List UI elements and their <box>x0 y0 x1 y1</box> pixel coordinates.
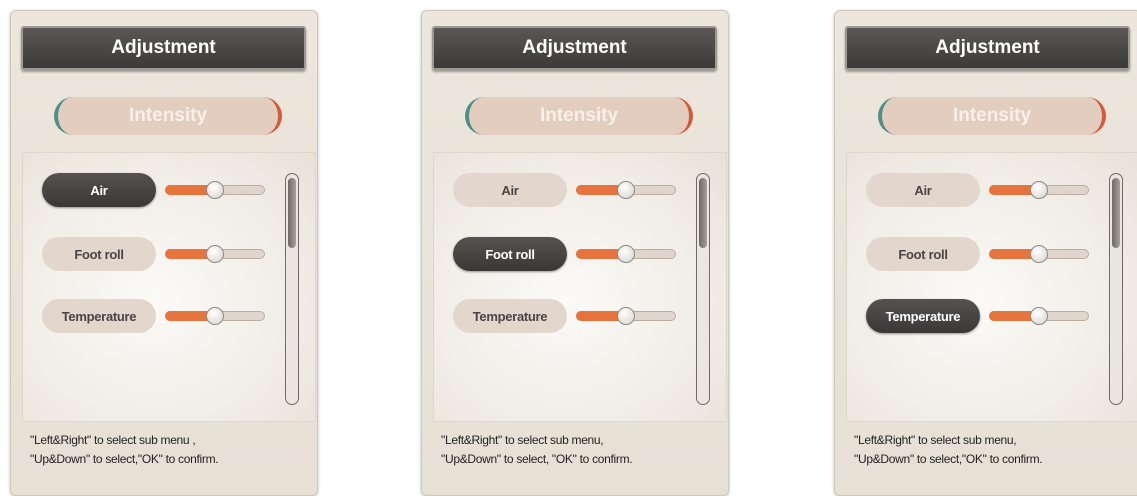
temperature-slider[interactable] <box>165 307 265 325</box>
panel-title: Adjustment <box>21 26 306 70</box>
air-button[interactable]: Air <box>42 173 156 207</box>
temperature-button[interactable]: Temperature <box>42 299 156 333</box>
foot-roll-button[interactable]: Foot roll <box>453 237 567 271</box>
foot-roll-slider[interactable] <box>989 245 1089 263</box>
tab-intensity[interactable]: Intensity <box>878 97 1106 135</box>
help-line-1: "Left&Right" to select sub menu, <box>441 433 604 447</box>
temperature-slider[interactable] <box>989 307 1089 325</box>
air-button[interactable]: Air <box>866 173 980 207</box>
adjustment-list: Air Foot roll Temperature <box>433 152 727 422</box>
tab-intensity[interactable]: Intensity <box>465 97 693 135</box>
foot-roll-slider[interactable] <box>165 245 265 263</box>
panel-title: Adjustment <box>845 26 1130 70</box>
help-text: "Left&Right" to select sub menu, "Up&Dow… <box>441 431 633 469</box>
help-line-1: "Left&Right" to select sub menu , <box>30 433 196 447</box>
help-line-1: "Left&Right" to select sub menu, <box>854 433 1017 447</box>
slider-knob[interactable] <box>206 245 224 263</box>
scrollbar[interactable] <box>285 173 299 405</box>
foot-roll-button[interactable]: Foot roll <box>866 237 980 271</box>
air-slider[interactable] <box>576 181 676 199</box>
foot-roll-slider[interactable] <box>576 245 676 263</box>
tab-intensity[interactable]: Intensity <box>54 97 282 135</box>
slider-knob[interactable] <box>1030 307 1048 325</box>
slider-knob[interactable] <box>617 307 635 325</box>
adjustment-panel-2: Adjustment Intensity Air Foot roll Tempe… <box>421 10 729 496</box>
scrollbar-thumb[interactable] <box>288 178 296 248</box>
help-text: "Left&Right" to select sub menu , "Up&Do… <box>30 431 219 469</box>
slider-knob[interactable] <box>1030 181 1048 199</box>
adjustment-panel-3: Adjustment Intensity Air Foot roll Tempe… <box>834 10 1137 496</box>
slider-knob[interactable] <box>617 245 635 263</box>
temperature-slider[interactable] <box>576 307 676 325</box>
air-slider[interactable] <box>989 181 1089 199</box>
help-text: "Left&Right" to select sub menu, "Up&Dow… <box>854 431 1043 469</box>
adjustment-list: Air Foot roll Temperature <box>22 152 316 422</box>
air-button[interactable]: Air <box>453 173 567 207</box>
adjustment-panel-1: Adjustment Intensity Air Foot roll Tempe… <box>10 10 318 496</box>
foot-roll-button[interactable]: Foot roll <box>42 237 156 271</box>
scrollbar-thumb[interactable] <box>1112 178 1120 248</box>
slider-knob[interactable] <box>206 307 224 325</box>
scrollbar[interactable] <box>696 173 710 405</box>
slider-knob[interactable] <box>206 181 224 199</box>
scrollbar-thumb[interactable] <box>699 178 707 248</box>
adjustment-list: Air Foot roll Temperature <box>846 152 1137 422</box>
temperature-button[interactable]: Temperature <box>866 299 980 333</box>
scrollbar[interactable] <box>1109 173 1123 405</box>
slider-knob[interactable] <box>617 181 635 199</box>
panel-title: Adjustment <box>432 26 717 70</box>
temperature-button[interactable]: Temperature <box>453 299 567 333</box>
help-line-2: "Up&Down" to select,"OK" to confirm. <box>30 452 219 466</box>
slider-knob[interactable] <box>1030 245 1048 263</box>
help-line-2: "Up&Down" to select,"OK" to confirm. <box>854 452 1043 466</box>
help-line-2: "Up&Down" to select, "OK" to confirm. <box>441 452 633 466</box>
air-slider[interactable] <box>165 181 265 199</box>
